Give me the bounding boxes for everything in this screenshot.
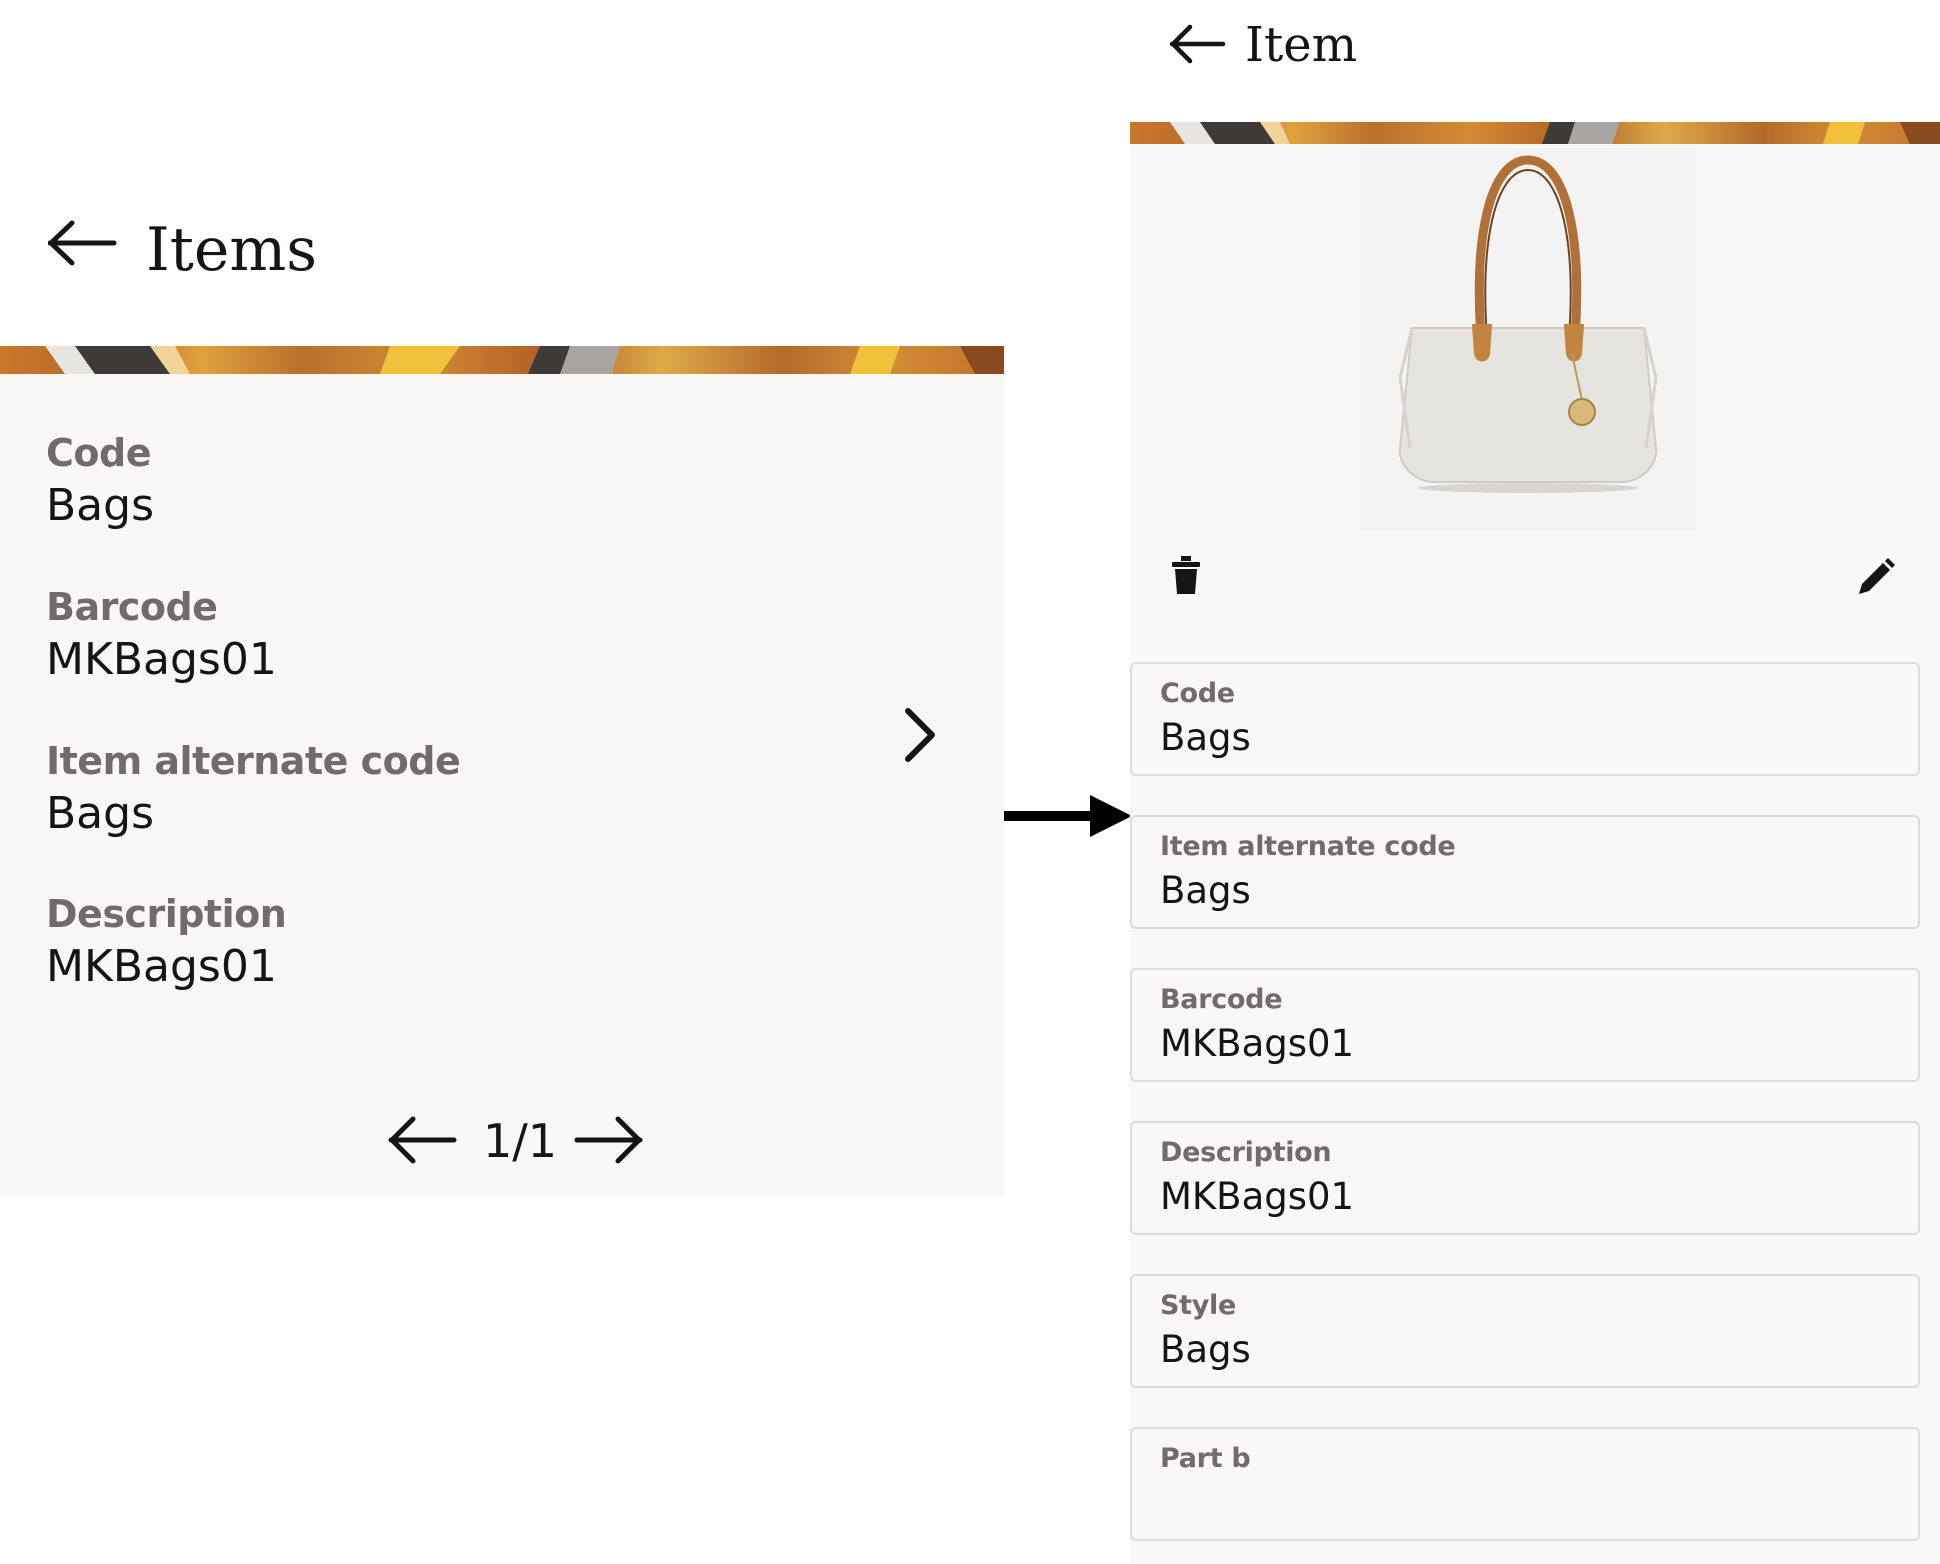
field-code: Code Bags — [46, 428, 154, 534]
handbag-image — [1398, 155, 1658, 493]
field-value: Bags — [46, 480, 155, 531]
field-label: Item alternate code — [46, 739, 461, 783]
field-part-b[interactable]: Part b — [1130, 1427, 1920, 1541]
item-detail-screen: Item Code Bags Item alternate code Bags … — [1130, 0, 1940, 1564]
field-code[interactable]: Code Bags — [1130, 662, 1920, 776]
page-title: Items — [146, 215, 318, 285]
page-title: Item — [1245, 17, 1358, 73]
field-item-alternate-code: Item alternate code Bags — [46, 736, 461, 842]
field-description: Description MKBags01 — [46, 889, 287, 995]
arrow-left-icon[interactable] — [388, 1115, 458, 1165]
field-label: Item alternate code — [1160, 831, 1456, 862]
field-value: Bags — [46, 788, 155, 839]
back-arrow-icon[interactable] — [1170, 24, 1226, 64]
field-value: MKBags01 — [46, 941, 277, 992]
field-value: MKBags01 — [46, 634, 277, 685]
field-value: MKBags01 — [1160, 1022, 1355, 1065]
chevron-right-icon[interactable] — [900, 705, 940, 765]
back-arrow-icon[interactable] — [48, 220, 118, 266]
arrow-right-icon[interactable] — [573, 1115, 643, 1165]
field-barcode: Barcode MKBags01 — [46, 582, 277, 688]
header-banner — [0, 346, 1004, 374]
field-value: MKBags01 — [1160, 1175, 1355, 1218]
pencil-icon[interactable] — [1855, 558, 1895, 598]
field-label: Code — [46, 431, 151, 475]
field-style[interactable]: Style Bags — [1130, 1274, 1920, 1388]
transition-arrow-icon — [1004, 795, 1132, 837]
field-label: Style — [1160, 1290, 1237, 1321]
field-value: Bags — [1160, 869, 1251, 912]
product-image — [1360, 148, 1696, 530]
field-description[interactable]: Description MKBags01 — [1130, 1121, 1920, 1235]
trash-icon[interactable] — [1170, 555, 1202, 595]
field-label: Description — [1160, 1137, 1332, 1168]
field-value: Bags — [1160, 716, 1251, 759]
field-label: Part b — [1160, 1443, 1251, 1474]
field-barcode[interactable]: Barcode MKBags01 — [1130, 968, 1920, 1082]
field-label: Barcode — [1160, 984, 1283, 1015]
field-item-alternate-code[interactable]: Item alternate code Bags — [1130, 815, 1920, 929]
field-label: Description — [46, 892, 287, 936]
pager-count: 1/1 — [482, 1114, 558, 1168]
header-banner — [1130, 122, 1940, 144]
field-value: Bags — [1160, 1328, 1251, 1371]
field-label: Barcode — [46, 585, 218, 629]
field-label: Code — [1160, 678, 1235, 709]
